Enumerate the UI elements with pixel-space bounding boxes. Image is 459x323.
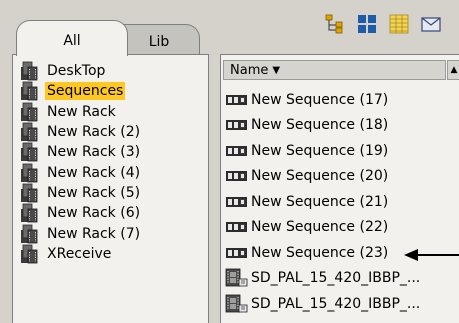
- scroll-up-button[interactable]: ▲: [447, 60, 459, 80]
- tree-item-8[interactable]: New Rack (7): [19, 223, 142, 243]
- list-item-1[interactable]: New Sequence (18): [225, 113, 420, 139]
- clip-list: New Sequence (17) New Sequence (18) New …: [225, 87, 420, 317]
- film-rack-icon: [19, 102, 41, 122]
- list-item-6[interactable]: New Sequence (23): [225, 240, 420, 266]
- tab-bar: Lib All: [0, 0, 459, 56]
- library-window: Lib All DeskTop Sequences New Rack New R…: [0, 0, 459, 323]
- tree-item-0[interactable]: DeskTop: [19, 61, 142, 81]
- tree-item-label: New Rack (6): [47, 205, 141, 222]
- grid-view-icon[interactable]: [354, 11, 380, 37]
- sequence-icon: [225, 166, 249, 186]
- list-item-label: SD_PAL_15_420_IBBP_...: [251, 295, 421, 312]
- mail-icon[interactable]: [418, 11, 444, 37]
- list-item-8[interactable]: SD_PAL_15_420_IBBP_...: [225, 291, 420, 317]
- tree-item-3[interactable]: New Rack (2): [19, 122, 142, 142]
- film-rack-icon: [19, 142, 41, 162]
- tree-item-label: New Rack: [47, 103, 116, 120]
- clip-list-panel: Name ▼ ▲ New Sequence (17) New Sequence …: [220, 54, 459, 323]
- tree-item-label: DeskTop: [47, 63, 106, 80]
- tree-item-1[interactable]: Sequences: [19, 81, 142, 101]
- clip-icon: [225, 268, 249, 288]
- tree-item-label: New Rack (4): [47, 164, 141, 181]
- list-item-7[interactable]: SD_PAL_15_420_IBBP_...: [225, 266, 420, 292]
- tree-item-label: New Rack (3): [47, 144, 141, 161]
- view-toolbar: [322, 11, 444, 37]
- callout-arrow: [404, 247, 459, 261]
- tree-item-4[interactable]: New Rack (3): [19, 142, 142, 162]
- sequence-icon: [225, 217, 249, 237]
- film-rack-icon: [19, 224, 41, 244]
- tab-lib-label: Lib: [148, 33, 170, 50]
- tree-item-7[interactable]: New Rack (6): [19, 203, 142, 223]
- list-item-label: SD_PAL_15_420_IBBP_...: [251, 270, 421, 287]
- list-item-2[interactable]: New Sequence (19): [225, 138, 420, 164]
- tree-item-6[interactable]: New Rack (5): [19, 183, 142, 203]
- film-rack-icon: [19, 122, 41, 142]
- tree-item-2[interactable]: New Rack: [19, 102, 142, 122]
- list-item-5[interactable]: New Sequence (22): [225, 215, 420, 241]
- film-rack-icon: [19, 61, 41, 81]
- film-rack-icon: [19, 183, 41, 203]
- sequence-icon: [225, 115, 249, 135]
- sequence-icon: [225, 141, 249, 161]
- sort-descending-icon: ▼: [272, 64, 281, 76]
- sequence-icon: [225, 192, 249, 212]
- list-item-label: New Sequence (19): [251, 142, 389, 159]
- sequence-icon: [225, 243, 249, 263]
- rack-tree-panel: DeskTop Sequences New Rack New Rack (2) …: [12, 54, 209, 323]
- list-item-0[interactable]: New Sequence (17): [225, 87, 420, 113]
- list-item-label: New Sequence (20): [251, 168, 389, 185]
- list-item-label: New Sequence (22): [251, 219, 389, 236]
- tab-all-label: All: [63, 32, 81, 49]
- tree-item-label: New Rack (5): [47, 184, 141, 201]
- tree-item-label: New Rack (2): [47, 124, 141, 141]
- tab-all[interactable]: All: [16, 20, 128, 56]
- film-rack-icon: [19, 203, 41, 223]
- clip-icon: [225, 294, 249, 314]
- column-header-label: Name: [230, 62, 269, 78]
- tree-item-label: XReceive: [47, 245, 112, 262]
- list-item-label: New Sequence (21): [251, 193, 389, 210]
- list-item-label: New Sequence (18): [251, 117, 389, 134]
- film-rack-icon: [19, 244, 41, 264]
- list-view-icon[interactable]: [386, 11, 412, 37]
- list-item-4[interactable]: New Sequence (21): [225, 189, 420, 215]
- tree-item-9[interactable]: XReceive: [19, 244, 142, 264]
- film-rack-icon: [19, 81, 41, 101]
- list-item-3[interactable]: New Sequence (20): [225, 164, 420, 190]
- sequence-icon: [225, 90, 249, 110]
- name-column-header[interactable]: Name ▼: [223, 60, 446, 80]
- film-rack-icon: [19, 163, 41, 183]
- rack-tree: DeskTop Sequences New Rack New Rack (2) …: [19, 61, 142, 264]
- tree-item-label: New Rack (7): [47, 225, 141, 242]
- list-item-label: New Sequence (17): [251, 91, 389, 108]
- hierarchy-view-icon[interactable]: [322, 11, 348, 37]
- tree-item-label: Sequences: [45, 82, 126, 101]
- list-item-label: New Sequence (23): [251, 244, 389, 261]
- tree-item-5[interactable]: New Rack (4): [19, 162, 142, 183]
